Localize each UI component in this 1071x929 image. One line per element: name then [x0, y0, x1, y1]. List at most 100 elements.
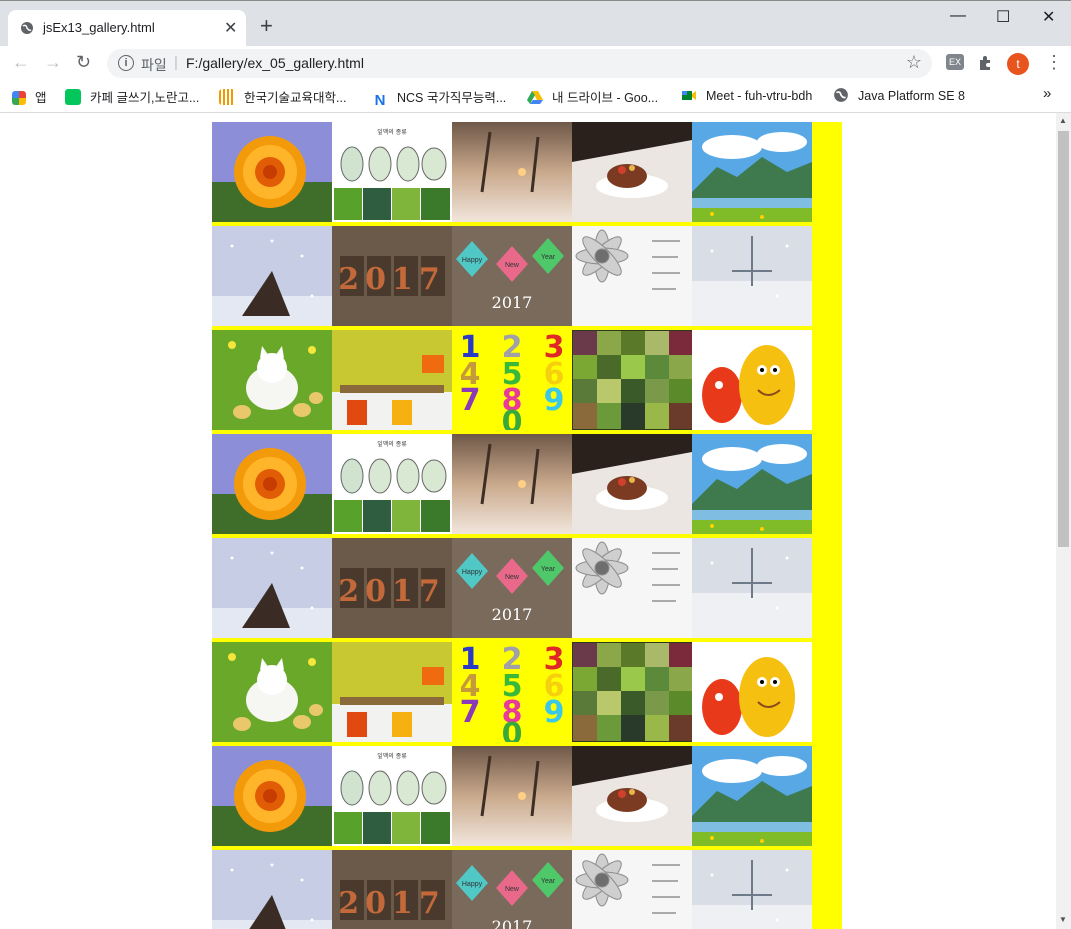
gallery-image-winter-tree[interactable]: [212, 226, 332, 326]
reload-button[interactable]: ↻: [76, 52, 91, 73]
svg-text:7: 7: [460, 695, 481, 730]
gallery-image-cake[interactable]: [572, 122, 692, 222]
gallery-image-kitten[interactable]: [212, 642, 332, 742]
tab-title: jsEx13_gallery.html: [43, 20, 155, 35]
svg-text:Happy: Happy: [462, 257, 483, 264]
gallery-image-winter-tree[interactable]: [212, 538, 332, 638]
gallery-image-numbers[interactable]: 1234567890: [452, 642, 572, 742]
svg-text:잎맥의 종류: 잎맥의 종류: [377, 128, 407, 136]
gallery-image-leaves[interactable]: 잎맥의 종류: [332, 746, 452, 846]
svg-text:2017: 2017: [492, 293, 533, 312]
gallery-image-cake[interactable]: [572, 434, 692, 534]
gallery-image-flower[interactable]: [212, 434, 332, 534]
gallery-image-numbers[interactable]: 1234567890: [452, 330, 572, 430]
svg-text:잎맥의 종류: 잎맥의 종류: [377, 440, 407, 448]
gallery-image-year-2017[interactable]: 2017: [332, 850, 452, 929]
bookmark-label: Meet - fuh-vtru-bdh: [706, 89, 813, 103]
url-text[interactable]: F:/gallery/ex_05_gallery.html: [186, 55, 364, 71]
extensions-puzzle-icon[interactable]: [977, 55, 993, 71]
page-viewport: 잎맥의 종류 2017 Happy New Year 2017 1 2 3 4 5 6 7 8 9 0 잎맥의 …: [0, 113, 1056, 929]
info-icon[interactable]: i: [118, 55, 134, 71]
svg-text:0: 0: [502, 717, 523, 742]
gallery-image-daisy[interactable]: [572, 538, 692, 638]
svg-text:0: 0: [502, 405, 523, 430]
svg-text:2017: 2017: [338, 262, 446, 297]
vertical-scrollbar[interactable]: ▲ ▼: [1056, 113, 1071, 929]
svg-text:New: New: [505, 886, 520, 893]
bookmark-apps[interactable]: 앱: [12, 87, 47, 106]
gallery-image-snow-scene[interactable]: [692, 850, 812, 929]
menu-kebab-icon[interactable]: ⋮: [1045, 52, 1063, 73]
gallery-image-happy-new-year[interactable]: Happy New Year 2017: [452, 850, 572, 929]
gallery-image-year-2017[interactable]: 2017: [332, 226, 452, 326]
close-tab-icon[interactable]: ✕: [224, 18, 237, 38]
gallery-image-snow-street[interactable]: [452, 746, 572, 846]
svg-text:9: 9: [544, 383, 565, 418]
gallery-image-larva[interactable]: [692, 642, 812, 742]
svg-text:2017: 2017: [492, 917, 533, 929]
bookmark-star-icon[interactable]: ☆: [906, 52, 922, 73]
gallery-image-daisy[interactable]: [572, 226, 692, 326]
browser-tab[interactable]: jsEx13_gallery.html ✕: [8, 10, 246, 47]
url-separator: |: [174, 54, 178, 71]
gallery-image-mountain[interactable]: [692, 122, 812, 222]
svg-text:New: New: [505, 574, 520, 581]
gallery-image-succulents[interactable]: [572, 642, 692, 742]
svg-text:Year: Year: [541, 878, 556, 885]
koreatech-icon: [219, 89, 235, 105]
bookmarks-overflow-button[interactable]: »: [1043, 85, 1051, 102]
bookmark-label: NCS 국가직무능력...: [397, 91, 507, 105]
gallery-image-year-2017[interactable]: 2017: [332, 538, 452, 638]
bookmarks-bar: 앱 카페 글쓰기,노란고... 한국기술교육대학... N NCS 국가직무능력.…: [0, 80, 1071, 113]
gallery-image-flower[interactable]: [212, 746, 332, 846]
tab-strip: jsEx13_gallery.html ✕ + — ☐ ✕: [0, 0, 1071, 47]
svg-text:Year: Year: [541, 254, 556, 261]
bookmark-java[interactable]: Java Platform SE 8: [833, 87, 965, 103]
globe-icon: [834, 88, 848, 102]
bookmark-label: Java Platform SE 8: [858, 89, 965, 103]
scheme-label: 파일: [141, 57, 167, 73]
extension-ex-icon[interactable]: EX: [946, 54, 964, 70]
svg-text:2017: 2017: [492, 605, 533, 624]
google-drive-icon: [527, 91, 543, 104]
gallery-image-snow-scene[interactable]: [692, 538, 812, 638]
gallery-image-snow-scene[interactable]: [692, 226, 812, 326]
gallery-image-happy-new-year[interactable]: Happy New Year 2017: [452, 226, 572, 326]
minimize-button[interactable]: —: [950, 7, 966, 25]
gallery-image-leaves[interactable]: 잎맥의 종류: [332, 122, 452, 222]
globe-icon: [21, 22, 33, 34]
gallery-image-kitten[interactable]: [212, 330, 332, 430]
svg-text:잎맥의 종류: 잎맥의 종류: [377, 752, 407, 760]
gallery-image-larva[interactable]: [692, 330, 812, 430]
gallery-image-room[interactable]: [332, 642, 452, 742]
new-tab-button[interactable]: +: [260, 15, 273, 37]
gallery-image-room[interactable]: [332, 330, 452, 430]
gallery-image-mountain[interactable]: [692, 434, 812, 534]
gallery-image-snow-street[interactable]: [452, 122, 572, 222]
profile-avatar[interactable]: t: [1007, 53, 1029, 75]
back-button[interactable]: ←: [12, 52, 30, 73]
gallery-image-leaves[interactable]: 잎맥의 종류: [332, 434, 452, 534]
bookmark-label: 한국기술교육대학...: [244, 91, 347, 105]
bookmark-koreatech[interactable]: 한국기술교육대학...: [219, 87, 346, 106]
gallery-image-flower[interactable]: [212, 122, 332, 222]
scroll-down-icon[interactable]: ▼: [1059, 915, 1067, 924]
gallery-image-daisy[interactable]: [572, 850, 692, 929]
gallery-image-snow-street[interactable]: [452, 434, 572, 534]
gallery-image-mountain[interactable]: [692, 746, 812, 846]
maximize-button[interactable]: ☐: [996, 7, 1010, 27]
bookmark-google-drive[interactable]: 내 드라이브 - Goo...: [527, 87, 658, 106]
gallery-image-winter-tree[interactable]: [212, 850, 332, 929]
address-bar[interactable]: i 파일 | F:/gallery/ex_05_gallery.html ☆: [107, 49, 932, 78]
bookmark-google-meet[interactable]: Meet - fuh-vtru-bdh: [681, 87, 812, 103]
gallery-image-succulents[interactable]: [572, 330, 692, 430]
gallery-image-cake[interactable]: [572, 746, 692, 846]
scrollbar-thumb[interactable]: [1058, 131, 1069, 547]
close-window-button[interactable]: ✕: [1042, 7, 1055, 27]
bookmark-ncs[interactable]: N NCS 국가직무능력...: [372, 87, 506, 109]
bookmark-label: 카페 글쓰기,노란고...: [90, 91, 200, 105]
bookmark-cafe[interactable]: 카페 글쓰기,노란고...: [65, 87, 199, 106]
forward-button[interactable]: →: [44, 52, 62, 73]
scroll-up-icon[interactable]: ▲: [1059, 116, 1067, 125]
gallery-image-happy-new-year[interactable]: Happy New Year 2017: [452, 538, 572, 638]
